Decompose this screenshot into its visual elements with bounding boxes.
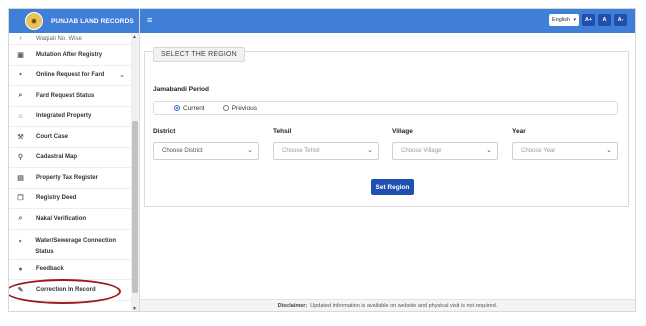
radio-unchecked-icon[interactable] [222, 105, 229, 111]
emblem-icon: ✹ [25, 12, 43, 30]
sidebar-item-online-fard[interactable]: ⬩ Online Request for Fard ⌄ [9, 66, 131, 86]
sidebar: ✹ PUNJAB LAND RECORDS › Waqiati No. Wise… [9, 9, 140, 311]
sidebar-item-label: Mutation After Registry [36, 51, 103, 58]
village-select[interactable]: Choose Village ⌄ [392, 142, 498, 160]
highlight-annotation [9, 279, 121, 304]
chat-icon: ● [18, 265, 23, 273]
disclaimer-text: Updated information is available on webs… [310, 302, 498, 309]
briefcase-icon: ▣ [17, 51, 24, 59]
menu-toggle-icon[interactable]: ≡ [147, 15, 152, 25]
sidebar-item-label: Property Tax Register [36, 174, 98, 181]
chevron-down-icon: ⌄ [367, 147, 373, 154]
chevron-down-icon: ▾ [573, 17, 576, 23]
year-select[interactable]: Choose Year ⌄ [512, 142, 618, 160]
radio-label: Current [183, 104, 205, 112]
sidebar-item-label: Fard Request Status [36, 92, 95, 99]
register-icon: ▤ [17, 174, 24, 182]
font-increase-button[interactable]: A+ [582, 14, 595, 26]
sidebar-scrollbar[interactable]: ▲ ▼ [131, 33, 139, 311]
year-value: Choose Year [521, 148, 556, 154]
district-select[interactable]: Choose District ⌄ [153, 142, 259, 160]
sidebar-item-label: Nakal Verification [36, 215, 87, 222]
app-window: ✹ PUNJAB LAND RECORDS › Waqiati No. Wise… [8, 8, 636, 312]
region-legend: SELECT THE REGION [153, 47, 245, 62]
language-select[interactable]: English ▾ [549, 14, 579, 26]
drop-icon: ⬩ [19, 71, 22, 79]
sidebar-item-nakal-verification[interactable]: ⌕ Nakal Verification [9, 209, 131, 230]
gavel-icon: ⚒ [17, 133, 24, 141]
sidebar-item-integrated-property[interactable]: ⌂ Integrated Property [9, 107, 131, 127]
sidebar-item-court-case[interactable]: ⚒ Court Case [9, 127, 131, 148]
year-label: Year [512, 128, 526, 135]
sidebar-item-label: Registry Deed [36, 195, 77, 202]
disclaimer-footer: Disclaimer: Updated information is avail… [140, 299, 635, 311]
app-title: PUNJAB LAND RECORDS [51, 17, 134, 25]
sidebar-item-mutation[interactable]: ▣ Mutation After Registry [9, 45, 131, 66]
language-value: English [552, 17, 571, 23]
sidebar-item-fard-status[interactable]: ⌕ Fard Request Status [9, 86, 131, 107]
tehsil-value: Choose Tehsil [282, 148, 320, 154]
district-value: Choose District [162, 148, 203, 154]
sidebar-item-label: Waqiati No. Wise [36, 35, 82, 42]
tehsil-label: Tehsil [273, 128, 292, 135]
sidebar-item-label: Integrated Property [36, 113, 92, 120]
sidebar-item-label: Court Case [36, 133, 69, 140]
village-label: Village [392, 128, 413, 135]
sidebar-item-label: Cadastral Map [36, 154, 78, 161]
set-region-button[interactable]: Set Region [371, 179, 414, 195]
scroll-down-icon[interactable]: ▼ [132, 306, 137, 311]
sidebar-item-property-tax[interactable]: ▤ Property Tax Register [9, 168, 131, 189]
jamabandi-period-label: Jamabandi Period [153, 86, 209, 93]
scrollbar-thumb[interactable] [132, 121, 138, 293]
tehsil-select[interactable]: Choose Tehsil ⌄ [273, 142, 379, 160]
sidebar-item-registry-deed[interactable]: ❐ Registry Deed [9, 189, 131, 209]
district-label: District [153, 128, 176, 135]
brand-header[interactable]: ✹ PUNJAB LAND RECORDS [9, 9, 139, 33]
chevron-down-icon: ⌄ [606, 147, 612, 154]
disclaimer-prefix: Disclaimer: [277, 302, 308, 309]
jamabandi-period-options: Current Previous [153, 101, 618, 115]
top-navbar: ≡ English ▾ A+ A A- [140, 9, 635, 33]
search-icon: ⌕ [18, 91, 23, 99]
bank-icon: ⌂ [18, 112, 23, 120]
sidebar-item-feedback[interactable]: ● Feedback [9, 260, 131, 280]
document-icon: ❐ [17, 195, 24, 203]
sidebar-item-cadastral-map[interactable]: ⚲ Cadastral Map [9, 148, 131, 168]
radio-label: Previous [231, 104, 257, 112]
search-icon: ⌕ [18, 214, 23, 222]
radio-previous[interactable]: Previous [222, 104, 257, 112]
scroll-up-icon[interactable]: ▲ [132, 34, 137, 40]
sidebar-item-label: Online Request for Fard [36, 72, 105, 79]
radio-current[interactable]: Current [174, 105, 205, 112]
radio-checked-icon[interactable] [174, 105, 180, 111]
map-marker-icon: ⚲ [17, 154, 24, 162]
chevron-down-icon: ⌄ [247, 147, 253, 154]
sidebar-item-label: Water/Sewerage Connection Status [35, 237, 117, 255]
sidebar-item-waqiati[interactable]: › Waqiati No. Wise [9, 33, 131, 45]
village-value: Choose Village [401, 148, 442, 154]
region-panel: SELECT THE REGION Jamabandi Period Curre… [144, 47, 629, 207]
chevron-right-icon: › [19, 35, 22, 42]
sidebar-item-water-sewerage[interactable]: ⬩ Water/Sewerage Connection Status [9, 230, 131, 260]
font-normal-button[interactable]: A [598, 14, 611, 26]
sidebar-menu: › Waqiati No. Wise ▣ Mutation After Regi… [9, 33, 131, 301]
sidebar-item-label: Feedback [36, 266, 64, 273]
water-drop-icon: ⬩ [18, 237, 22, 245]
font-decrease-button[interactable]: A- [614, 14, 627, 26]
chevron-down-icon: ⌄ [486, 147, 492, 154]
chevron-down-icon[interactable]: ⌄ [119, 71, 125, 79]
